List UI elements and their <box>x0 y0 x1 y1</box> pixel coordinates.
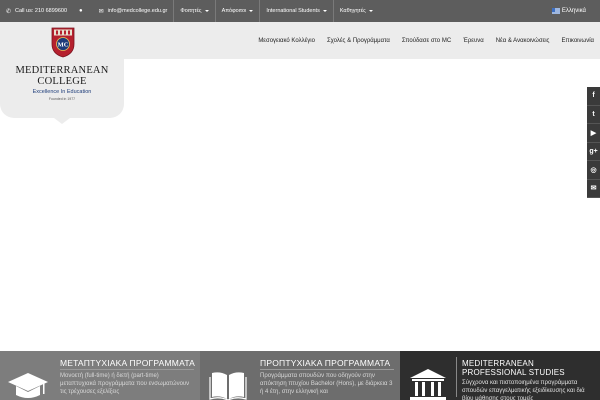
menu-alumni[interactable]: Απόφοιτοι <box>214 0 260 22</box>
chevron-down-icon <box>204 10 209 12</box>
logo-name-line2: COLLEGE <box>37 76 87 87</box>
panel-divider <box>60 369 194 370</box>
panel-text: Σύγχρονα και πιστοποιημένα προγράμματα σ… <box>462 380 585 400</box>
facebook-icon[interactable]: f <box>587 87 600 106</box>
menu-alumni-label: Απόφοιτοι <box>221 8 247 14</box>
graduation-cap-icon <box>8 373 48 398</box>
google-plus-icon[interactable]: g+ <box>587 142 600 161</box>
chat-button[interactable]: ● <box>73 0 93 22</box>
menu-students-label: Φοιτητές <box>180 8 202 14</box>
panel-text: Μονοετή (full-time) ή διετή (part-time) … <box>60 373 190 395</box>
panel-title: ΠΡΟΠΤΥΧΙΑΚΑ ΠΡΟΓΡΑΜΜΑΤΑ <box>260 358 391 368</box>
panel-title: MEDITERRANEAN PROFESSIONAL STUDIES <box>462 359 565 377</box>
logo-founded: Founded in 1977 <box>48 97 76 101</box>
panel-professional-studies[interactable]: MEDITERRANEAN PROFESSIONAL STUDIES Σύγχρ… <box>400 351 600 400</box>
panel-postgraduate[interactable]: ΜΕΤΑΠΤΥΧΙΑΚΑ ΠΡΟΓΡΑΜΜΑΤΑ Μονοετή (full-t… <box>0 351 200 400</box>
chevron-down-icon <box>249 10 254 12</box>
instagram-icon[interactable]: ◎ <box>587 161 600 180</box>
nav-item-study-at-mc[interactable]: Σπούδασε στο MC <box>402 38 451 44</box>
chat-icon: ● <box>79 8 83 14</box>
chevron-down-icon <box>322 10 327 12</box>
phone-number: Call us: 210 6899600 <box>15 8 68 14</box>
mail-icon: ✉ <box>98 8 104 15</box>
nav-item-news[interactable]: Νέα & Ανακοινώσεις <box>496 38 550 44</box>
youtube-icon[interactable]: ▶ <box>587 124 600 143</box>
program-panels: ΜΕΤΑΠΤΥΧΙΑΚΑ ΠΡΟΓΡΑΜΜΑΤΑ Μονοετή (full-t… <box>0 351 600 400</box>
language-switcher[interactable]: Ελληνικά <box>551 0 586 22</box>
panel-divider <box>260 369 394 370</box>
chevron-down-icon <box>368 10 373 12</box>
logo-name-line1: MEDITERRANEAN <box>15 65 109 76</box>
social-sidebar: f t ▶ g+ ◎ ✉ <box>587 87 600 198</box>
panel-separator <box>456 357 457 397</box>
panel-undergraduate[interactable]: ΠΡΟΠΤΥΧΙΑΚΑ ΠΡΟΓΡΑΜΜΑΤΑ Προγράμματα σπου… <box>200 351 400 400</box>
menu-international-students[interactable]: International Students <box>259 0 333 22</box>
nav-item-college[interactable]: Μεσογειακό Κολλέγιο <box>258 38 315 44</box>
panel-text: Προγράμματα σπουδών που οδηγούν στην από… <box>260 373 393 395</box>
crest-icon: MC <box>51 27 75 58</box>
logo[interactable]: MC MEDITERRANEAN COLLEGE Excellence In E… <box>0 22 124 124</box>
top-utility-bar: ✆ Call us: 210 6899600 ● ✉ info@medcolle… <box>0 0 600 22</box>
menu-international-label: International Students <box>266 8 320 14</box>
nav-item-contact[interactable]: Επικοινωνία <box>561 38 594 44</box>
logo-tagline: Excellence In Education <box>32 89 92 95</box>
menu-faculty[interactable]: Καθηγητές <box>332 0 379 22</box>
menu-students[interactable]: Φοιτητές <box>173 0 214 22</box>
institution-icon <box>410 369 446 400</box>
phone-icon: ✆ <box>6 8 12 15</box>
envelope-icon[interactable]: ✉ <box>587 179 600 198</box>
nav-item-research[interactable]: Έρευνα <box>463 38 484 44</box>
menu-faculty-label: Καθηγητές <box>339 8 366 14</box>
twitter-icon[interactable]: t <box>587 105 600 124</box>
nav-item-schools-programs[interactable]: Σχολές & Προγράμματα <box>327 38 390 44</box>
greek-flag-icon <box>551 8 560 14</box>
main-navigation: Μεσογειακό Κολλέγιο Σχολές & Προγράμματα… <box>246 22 594 59</box>
language-label: Ελληνικά <box>561 8 586 14</box>
open-book-icon <box>209 372 247 400</box>
crest-initials: MC <box>58 41 69 48</box>
phone-contact[interactable]: ✆ Call us: 210 6899600 <box>0 0 73 22</box>
email-address: info@medcollege.edu.gr <box>107 8 168 14</box>
panel-title: ΜΕΤΑΠΤΥΧΙΑΚΑ ΠΡΟΓΡΑΜΜΑΤΑ <box>60 358 195 368</box>
email-contact[interactable]: ✉ info@medcollege.edu.gr <box>93 0 174 22</box>
